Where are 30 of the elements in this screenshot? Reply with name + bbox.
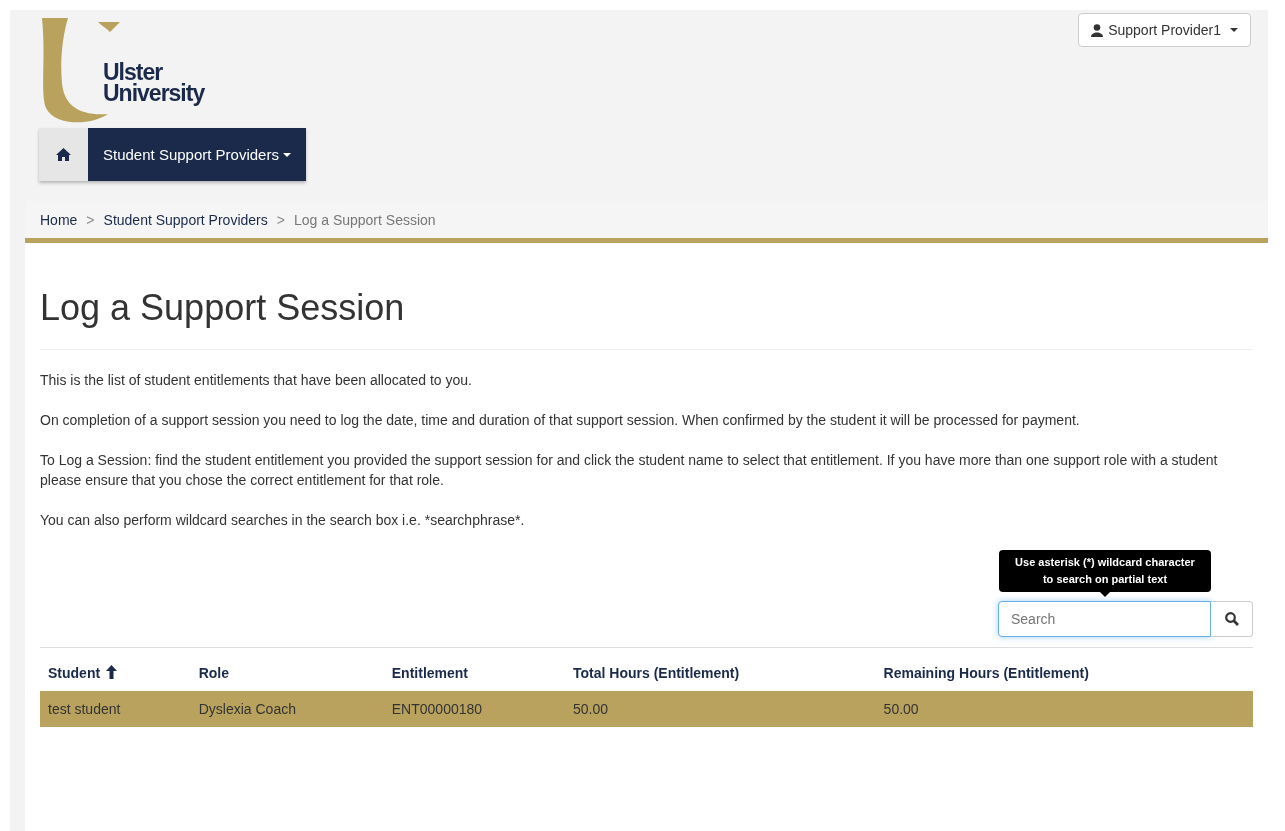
- table-cell: 50.00: [883, 701, 919, 717]
- user-icon: [1091, 23, 1104, 37]
- table-cell: test student: [48, 701, 121, 717]
- breadcrumb-link[interactable]: Log a Support Session: [293, 211, 436, 228]
- column-header[interactable]: Student: [48, 665, 101, 681]
- nav-menu-item[interactable]: Student Support Providers: [88, 128, 306, 181]
- paragraph: To Log a Session: find the student entitlement you provided the support session for and click the student name to select that entitlement. If you have more than one support role with a student please ensure that you chose the correct entitlement for that role.: [40, 451, 1219, 490]
- paragraph: On completion of a support session you need to log the date, time and duration of that support session. When confirmed by the student it will be processed for payment.: [40, 411, 1081, 430]
- paragraph: You can also perform wildcard searches in the search box i.e. *searchphrase*.: [40, 511, 526, 530]
- column-header[interactable]: Entitlement: [391, 665, 468, 681]
- table-cell: 50.00: [573, 701, 609, 717]
- tooltip: Use asterisk (*) wildcard character to search on partial text: [999, 550, 1211, 592]
- breadcrumb-link[interactable]: Student Support Providers: [103, 211, 268, 228]
- breadcrumb-link[interactable]: Home: [40, 211, 78, 228]
- search-field[interactable]: Search: [998, 601, 1211, 637]
- user-menu-button[interactable]: Support Provider1: [1078, 13, 1251, 47]
- page-title: Log a Support Session: [40, 243, 1253, 350]
- breadcrumb-separator: >: [276, 211, 285, 228]
- table-cell: ENT00000180: [391, 701, 483, 717]
- search-button[interactable]: [1211, 601, 1253, 637]
- column-header[interactable]: Role: [198, 665, 230, 681]
- home-icon: [56, 148, 71, 161]
- column-header[interactable]: Remaining Hours (Entitlement): [883, 665, 1089, 681]
- home-button[interactable]: [39, 128, 88, 181]
- search-icon: [1224, 612, 1239, 626]
- table-cell: Dyslexia Coach: [198, 701, 296, 717]
- column-header[interactable]: Total Hours (Entitlement): [573, 665, 740, 681]
- breadcrumb-separator: >: [86, 211, 95, 228]
- paragraph: This is the list of student entitlements that have been allocated to you.: [40, 371, 473, 390]
- university-name: Ulster University: [103, 62, 205, 104]
